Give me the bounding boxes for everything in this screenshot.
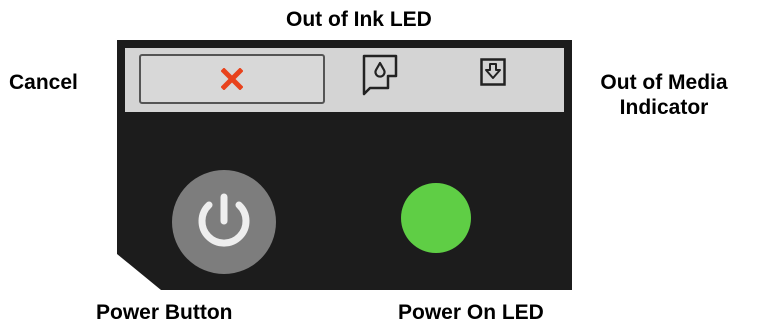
- power-icon: [172, 170, 276, 274]
- out-of-media-indicator-label: Out of Media Indicator: [600, 71, 728, 119]
- out-of-ink-led: [362, 54, 398, 104]
- x-icon: [221, 68, 243, 90]
- control-strip: [125, 48, 564, 112]
- cancel-button[interactable]: [139, 54, 325, 104]
- power-button-label: Power Button: [96, 301, 233, 324]
- power-button[interactable]: [172, 170, 276, 274]
- cancel-label: Cancel: [9, 71, 78, 94]
- out-of-media-indicator: [480, 58, 506, 86]
- printer-control-panel: [117, 40, 572, 290]
- power-on-led-label: Power On LED: [398, 301, 544, 324]
- power-on-led: [401, 183, 471, 253]
- out-of-ink-led-label: Out of Ink LED: [286, 8, 432, 31]
